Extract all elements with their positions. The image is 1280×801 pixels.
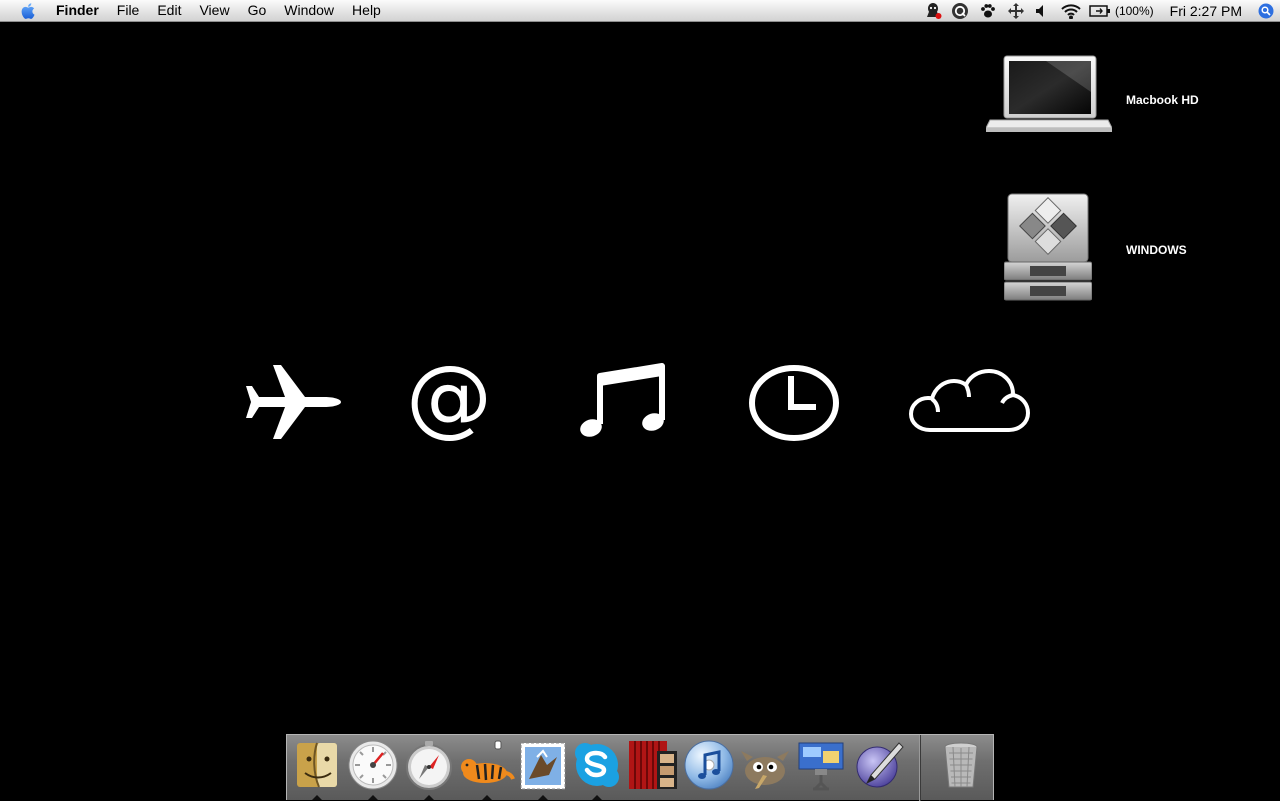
menu-go[interactable]: Go — [239, 0, 276, 21]
paw-icon[interactable] — [974, 0, 1002, 21]
photo-booth-icon — [629, 741, 677, 789]
spotlight-icon[interactable] — [1252, 0, 1280, 21]
finder-running-indicator — [312, 795, 322, 800]
menu-edit[interactable]: Edit — [148, 0, 190, 21]
dock — [286, 734, 994, 801]
menu-view[interactable]: View — [190, 0, 238, 21]
pen-icon — [856, 742, 904, 788]
menu-clock[interactable]: Fri 2:27 PM — [1170, 3, 1242, 19]
wifi-icon[interactable] — [1054, 0, 1088, 21]
adium-status-icon[interactable] — [920, 0, 946, 21]
dock-tiger[interactable] — [459, 739, 515, 791]
dock-photo-booth[interactable] — [627, 739, 679, 791]
macbook-hd-disk[interactable] — [985, 52, 1113, 136]
dock-trash[interactable] — [935, 739, 987, 791]
airplane-icon — [246, 365, 341, 439]
dock-dashboard[interactable] — [347, 739, 399, 791]
itunes-icon — [684, 740, 734, 790]
finder-icon — [297, 742, 337, 788]
skype-running-indicator — [592, 795, 602, 800]
dashboard-icon — [348, 740, 398, 790]
battery-percent: (100%) — [1114, 3, 1154, 18]
keynote-icon — [798, 742, 844, 791]
tiger-running-indicator — [482, 795, 492, 800]
battery-icon[interactable] — [1088, 0, 1112, 21]
laptop-icon — [985, 55, 1113, 132]
safari-running-indicator — [424, 795, 434, 800]
dock-separator — [919, 735, 921, 801]
menu-help[interactable]: Help — [343, 0, 390, 21]
windows-label: WINDOWS — [1126, 243, 1187, 257]
dock-script-editor[interactable] — [853, 739, 905, 791]
mail-running-indicator — [538, 795, 548, 800]
menu-file[interactable]: File — [108, 0, 149, 21]
dock-keynote[interactable] — [795, 739, 847, 791]
menu-window[interactable]: Window — [275, 0, 343, 21]
windows-disk[interactable] — [1003, 192, 1093, 302]
at-sign-icon: @ — [406, 347, 492, 447]
dock-safari[interactable] — [403, 739, 455, 791]
safari-icon — [406, 741, 452, 790]
clock-icon — [749, 365, 839, 441]
dock-finder[interactable] — [291, 739, 343, 791]
apple-menu-icon[interactable] — [17, 0, 39, 21]
tiger-icon — [461, 740, 515, 783]
dock-itunes[interactable] — [683, 739, 735, 791]
music-note-icon — [580, 363, 665, 437]
trash-icon — [944, 742, 978, 788]
menu-bar: Finder File Edit View Go Window Help (10… — [0, 0, 1280, 22]
skype-icon — [575, 743, 619, 787]
windows-drive-icon — [1003, 193, 1093, 301]
dock-skype[interactable] — [571, 739, 623, 791]
cloud-icon — [908, 368, 1030, 432]
menu-finder[interactable]: Finder — [54, 0, 108, 21]
dashboard-running-indicator — [368, 795, 378, 800]
volume-icon[interactable] — [1030, 0, 1054, 21]
macbook-hd-label: Macbook HD — [1126, 93, 1199, 107]
quicksilver-icon[interactable] — [946, 0, 974, 21]
dock-gimp[interactable] — [739, 739, 791, 791]
gimp-icon — [741, 751, 789, 789]
mail-stamp-icon — [520, 742, 566, 790]
dock-mail[interactable] — [517, 739, 569, 791]
spaces-arrows-icon[interactable] — [1002, 0, 1030, 21]
